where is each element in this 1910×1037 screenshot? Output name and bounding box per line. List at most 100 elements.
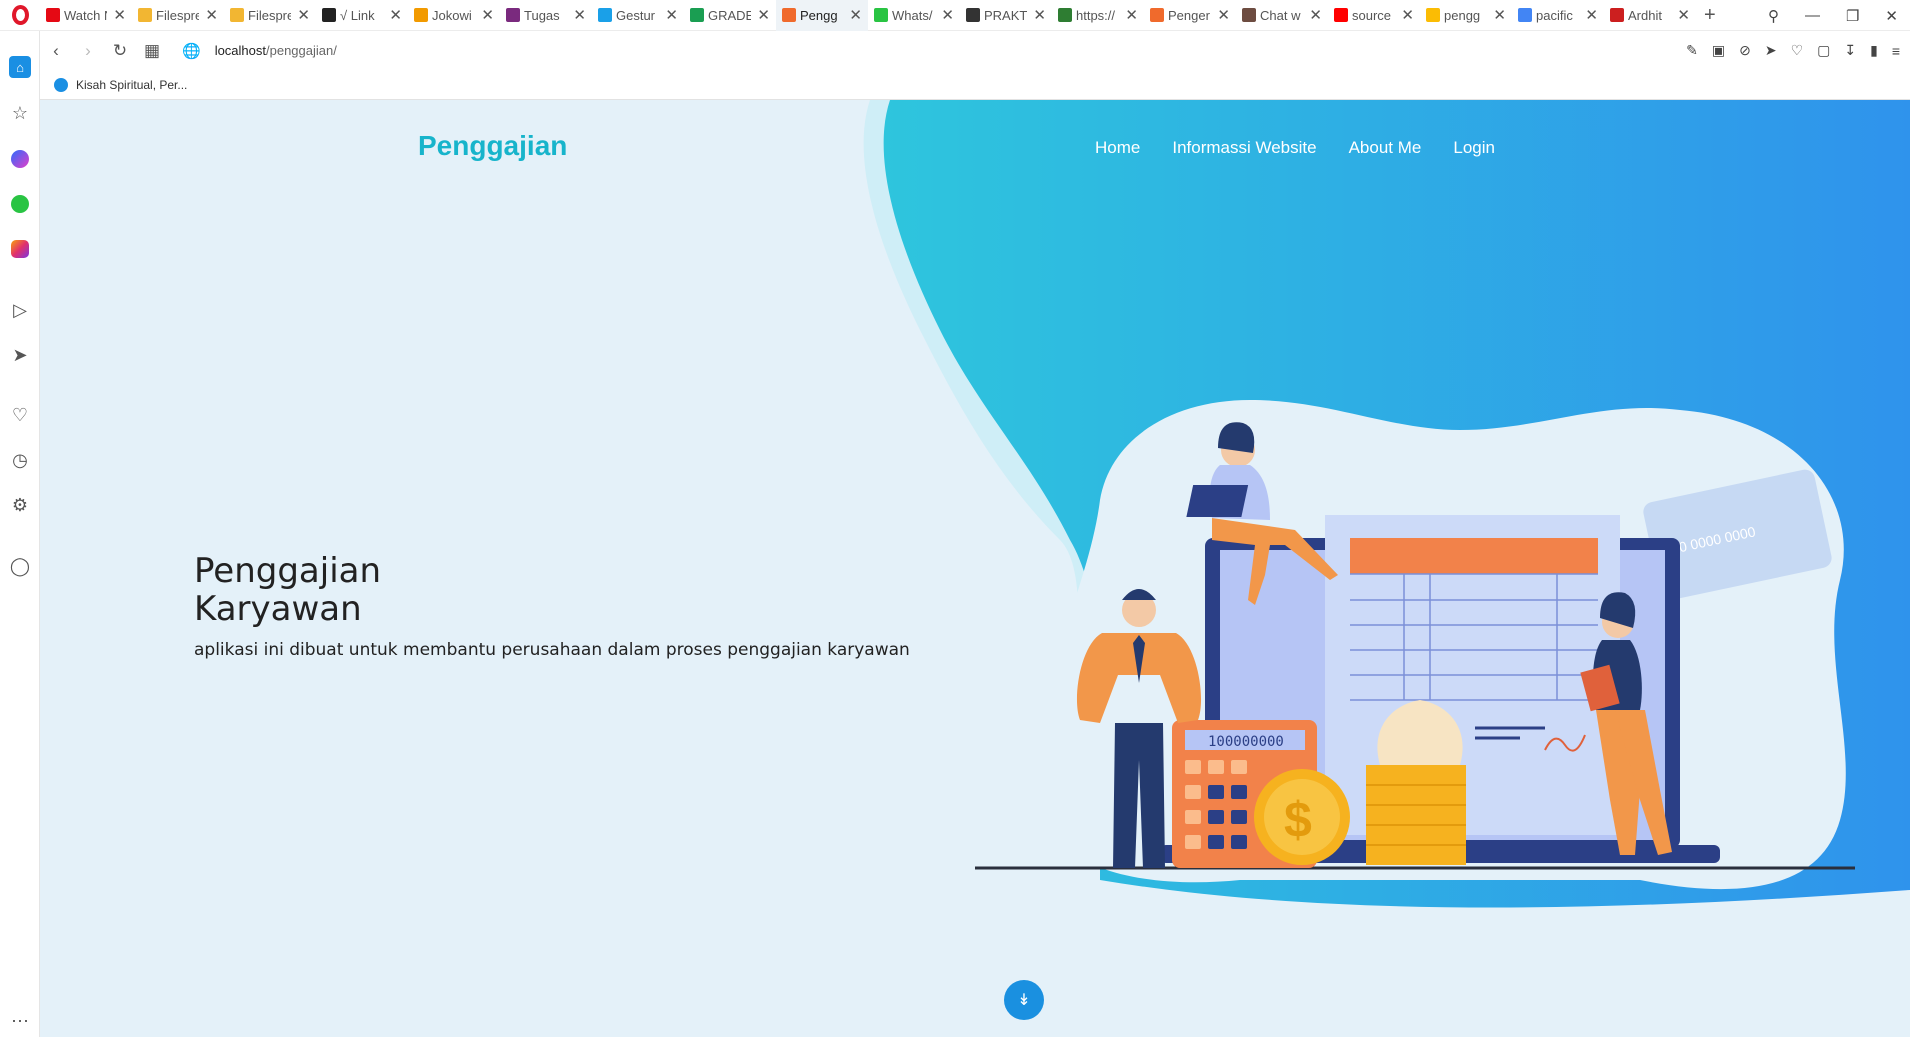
hero-title-line2: Karyawan xyxy=(194,589,362,629)
tab-close-icon[interactable]: ✕ xyxy=(941,6,954,24)
send-icon[interactable]: ➤ xyxy=(1765,42,1777,59)
main-nav: Home Informassi Website About Me Login xyxy=(1095,138,1495,158)
heart-icon[interactable]: ♡ xyxy=(1791,42,1804,59)
browser-tab[interactable]: Penger ✕ xyxy=(1144,0,1236,31)
easy-setup-icon[interactable]: ≡ xyxy=(1892,43,1900,59)
download-icon[interactable]: ↧ xyxy=(1844,42,1856,59)
tab-title: Chat w xyxy=(1260,7,1301,23)
tab-title: Whats/ xyxy=(892,7,933,23)
tab-favicon-icon xyxy=(1334,8,1348,22)
close-window-icon[interactable]: ✕ xyxy=(1885,7,1898,25)
opera-menu-icon[interactable] xyxy=(0,0,40,31)
tab-close-icon[interactable]: ✕ xyxy=(1493,6,1506,24)
flow-icon[interactable]: ➤ xyxy=(0,339,40,371)
tab-close-icon[interactable]: ✕ xyxy=(1309,6,1322,24)
reload-icon[interactable]: ↻ xyxy=(104,41,136,61)
player-icon[interactable]: ▷ xyxy=(0,294,40,326)
browser-tab[interactable]: Ardhit ✕ xyxy=(1604,0,1696,31)
restore-icon[interactable]: ❐ xyxy=(1846,7,1859,25)
extensions-icon[interactable]: ▢ xyxy=(1817,42,1830,59)
tab-favicon-icon xyxy=(506,8,520,22)
browser-sidebar: ⌂ ☆ ▷ ➤ ♡ ◷ ⚙ ◯ ⋯ xyxy=(0,31,40,1037)
messenger-icon[interactable] xyxy=(0,143,40,175)
nav-info-link[interactable]: Informassi Website xyxy=(1172,138,1316,158)
history-icon[interactable]: ◷ xyxy=(0,444,40,476)
browser-tab[interactable]: √ Link ✕ xyxy=(316,0,408,31)
adblock-icon[interactable]: ⊘ xyxy=(1739,42,1751,59)
nav-about-link[interactable]: About Me xyxy=(1349,138,1422,158)
bookmarks-bar: Kisah Spiritual, Per... xyxy=(40,70,1910,100)
nav-home-link[interactable]: Home xyxy=(1095,138,1140,158)
instagram-icon[interactable] xyxy=(0,233,40,265)
tab-close-icon[interactable]: ✕ xyxy=(1585,6,1598,24)
tab-close-icon[interactable]: ✕ xyxy=(573,6,586,24)
bookmark-item[interactable]: Kisah Spiritual, Per... xyxy=(54,77,187,92)
browser-tab[interactable]: GRADE ✕ xyxy=(684,0,776,31)
tab-favicon-icon xyxy=(230,8,244,22)
url-field[interactable]: 🌐 localhost/penggajian/ xyxy=(182,42,337,60)
minimize-icon[interactable]: — xyxy=(1805,7,1820,24)
tab-close-icon[interactable]: ✕ xyxy=(481,6,494,24)
speed-dial-icon[interactable]: ☆ xyxy=(0,97,40,129)
scroll-down-button[interactable]: ↡ xyxy=(1004,980,1044,1020)
edit-icon[interactable]: ✎ xyxy=(1686,42,1698,59)
tab-close-icon[interactable]: ✕ xyxy=(849,6,862,24)
bookmarks-heart-icon[interactable]: ♡ xyxy=(0,399,40,431)
tab-close-icon[interactable]: ✕ xyxy=(1401,6,1414,24)
browser-tab[interactable]: Pengg ✕ xyxy=(776,0,868,31)
tab-close-icon[interactable]: ✕ xyxy=(1125,6,1138,24)
browser-tab[interactable]: Jokowi ✕ xyxy=(408,0,500,31)
browser-tab[interactable]: PRAKTI ✕ xyxy=(960,0,1052,31)
forward-icon[interactable]: › xyxy=(72,41,104,61)
tab-favicon-icon xyxy=(322,8,336,22)
new-tab-icon[interactable]: + xyxy=(1704,4,1716,27)
tab-title: Jokowi xyxy=(432,7,472,23)
tab-title: source xyxy=(1352,7,1392,23)
browser-tab[interactable]: Whats/ ✕ xyxy=(868,0,960,31)
back-icon[interactable]: ‹ xyxy=(40,41,72,61)
browser-tab[interactable]: Filespre ✕ xyxy=(224,0,316,31)
tab-close-icon[interactable]: ✕ xyxy=(1677,6,1690,24)
tab-close-icon[interactable]: ✕ xyxy=(113,6,126,24)
camera-icon[interactable]: ▣ xyxy=(1712,42,1725,59)
tab-favicon-icon xyxy=(874,8,888,22)
browser-tab[interactable]: Filespre ✕ xyxy=(132,0,224,31)
tab-favicon-icon xyxy=(414,8,428,22)
nav-login-link[interactable]: Login xyxy=(1453,138,1495,158)
whatsapp-icon[interactable] xyxy=(0,188,40,220)
battery-icon[interactable]: ▮ xyxy=(1870,42,1878,59)
url-path: /penggajian/ xyxy=(266,43,337,58)
settings-gear-icon[interactable]: ⚙ xyxy=(0,489,40,521)
tab-close-icon[interactable]: ✕ xyxy=(297,6,310,24)
tab-close-icon[interactable]: ✕ xyxy=(1033,6,1046,24)
tab-grid-icon[interactable]: ▦ xyxy=(136,41,168,61)
site-brand[interactable]: Penggajian xyxy=(418,130,567,162)
tab-close-icon[interactable]: ✕ xyxy=(205,6,218,24)
tab-favicon-icon xyxy=(1242,8,1256,22)
tab-favicon-icon xyxy=(690,8,704,22)
tab-close-icon[interactable]: ✕ xyxy=(757,6,770,24)
browser-tab[interactable]: Chat w ✕ xyxy=(1236,0,1328,31)
browser-tab[interactable]: source ✕ xyxy=(1328,0,1420,31)
browser-tab[interactable]: pengg ✕ xyxy=(1420,0,1512,31)
search-tabs-icon[interactable]: ⚲ xyxy=(1768,7,1779,25)
browser-tab[interactable]: https:// ✕ xyxy=(1052,0,1144,31)
browser-tab[interactable]: Gestur ✕ xyxy=(592,0,684,31)
browser-tab[interactable]: pacific ✕ xyxy=(1512,0,1604,31)
tab-close-icon[interactable]: ✕ xyxy=(389,6,402,24)
hero-title-line1: Penggajian xyxy=(194,551,382,591)
tab-title: Penger xyxy=(1168,7,1210,23)
tab-favicon-icon xyxy=(782,8,796,22)
tab-close-icon[interactable]: ✕ xyxy=(665,6,678,24)
tab-title: pengg xyxy=(1444,7,1481,23)
tips-bulb-icon[interactable]: ◯ xyxy=(0,550,40,582)
browser-tab[interactable]: Watch N ✕ xyxy=(40,0,132,31)
tab-title: Tugas xyxy=(524,7,560,23)
svg-text:$: $ xyxy=(1284,792,1312,848)
tab-title: pacific xyxy=(1536,7,1573,23)
tab-close-icon[interactable]: ✕ xyxy=(1217,6,1230,24)
more-icon[interactable]: ⋯ xyxy=(0,1005,40,1037)
home-icon[interactable]: ⌂ xyxy=(0,51,40,83)
tab-title: Filespre xyxy=(156,7,200,23)
browser-tab[interactable]: Tugas ✕ xyxy=(500,0,592,31)
